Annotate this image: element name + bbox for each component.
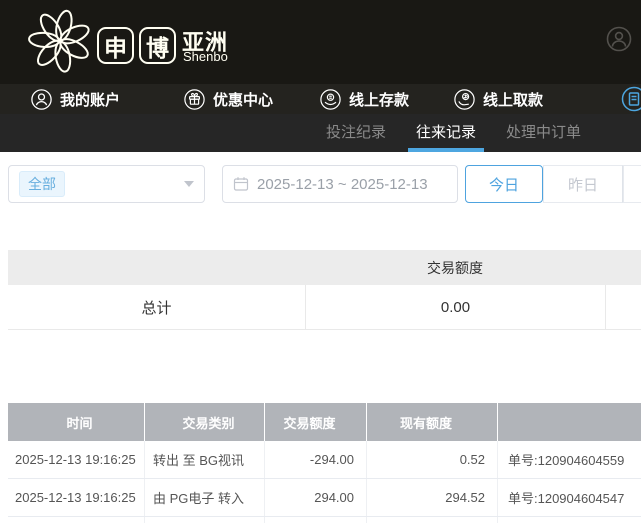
transactions-table: 时间 交易类别 交易额度 现有额度 2025-12-13 19:16:25 转出… [8,403,641,523]
calendar-icon [233,176,249,192]
summary-table: 交易额度 总计 0.00 [8,250,641,330]
user-icon [31,89,52,110]
col-header-balance: 现有额度 [367,403,498,441]
withdraw-icon [454,89,475,110]
summary-header-row: 交易额度 [8,250,641,285]
brand-char-bo: 博 [139,27,176,64]
cell-balance: 294.52 [367,479,498,516]
col-header-ref [498,403,641,441]
tab-transaction-records[interactable]: 往来记录 [414,114,478,152]
site-header: 申 博 亚洲 Shenbo [0,0,641,84]
date-range-value: 2025-12-13 ~ 2025-12-13 [257,176,428,193]
col-header-amount: 交易额度 [265,403,367,441]
nav-label: 线上存款 [349,89,409,110]
gift-icon [184,89,205,110]
summary-total-label: 总计 [8,297,305,318]
date-range-input[interactable]: 2025-12-13 ~ 2025-12-13 [222,165,458,203]
cell-type: 由 PG电子 转入 [145,479,265,516]
main-nav: 我的账户 优惠中心 [0,84,641,114]
deposit-icon [320,89,341,110]
transactions-header-row: 时间 交易类别 交易额度 现有额度 [8,403,641,441]
record-tabs: 投注纪录 往来记录 处理中订单 [0,114,641,152]
selected-type-tag[interactable]: 全部 [19,171,65,197]
summary-total-value: 0.00 [305,285,605,329]
cell-time: 2025-12-13 19:16:25 [8,479,145,516]
brand-latin: Shenbo [183,49,228,64]
transfer-icon[interactable] [621,86,641,112]
filter-bar: 全部 2025-12-13 ~ 2025-12-13 今日 昨日 [0,152,641,222]
cell-ref: 单号:120904604559 [498,441,641,478]
avatar-icon[interactable] [606,26,632,52]
nav-item-promotions[interactable]: 优惠中心 [184,89,273,110]
col-header-type: 交易类别 [145,403,265,441]
tab-betting-records[interactable]: 投注纪录 [324,114,388,152]
nav-item-deposit[interactable]: 线上存款 [320,89,409,110]
cell-balance: 0.52 [367,441,498,478]
week-button-partial[interactable] [623,165,641,203]
cell-ref: 单号:120904604547 [498,479,641,516]
flower-logo-icon [26,7,94,75]
nav-label: 我的账户 [60,89,120,110]
nav-item-withdraw[interactable]: 线上取款 [454,89,543,110]
nav-label: 线上取款 [483,89,543,110]
yesterday-button[interactable]: 昨日 [543,165,623,203]
summary-total-row: 总计 0.00 [8,285,641,330]
cell-time: 2025-12-13 19:16:25 [8,441,145,478]
cell-amount: -294.00 [265,441,367,478]
table-row: 2025-12-13 19:16:25 转出 至 BG视讯 -294.00 0.… [8,441,641,479]
col-header-time: 时间 [8,403,145,441]
today-button[interactable]: 今日 [465,165,543,203]
nav-label: 优惠中心 [213,89,273,110]
summary-total-extra [605,285,641,329]
cell-type: 转出 至 BG视讯 [145,441,265,478]
cell-amount: 294.00 [265,479,367,516]
page: 申 博 亚洲 Shenbo 我的账户 [0,0,641,523]
chevron-down-icon [184,181,194,187]
type-select[interactable]: 全部 [8,165,205,203]
summary-header-amount: 交易额度 [305,258,605,278]
table-row: 2025-12-13 19:16:25 由 PG电子 转入 294.00 294… [8,479,641,517]
nav-item-my-account[interactable]: 我的账户 [31,89,120,110]
brand-char-shen: 申 [97,27,134,64]
tab-pending-orders[interactable]: 处理中订单 [504,114,583,152]
table-row-partial [8,517,641,523]
